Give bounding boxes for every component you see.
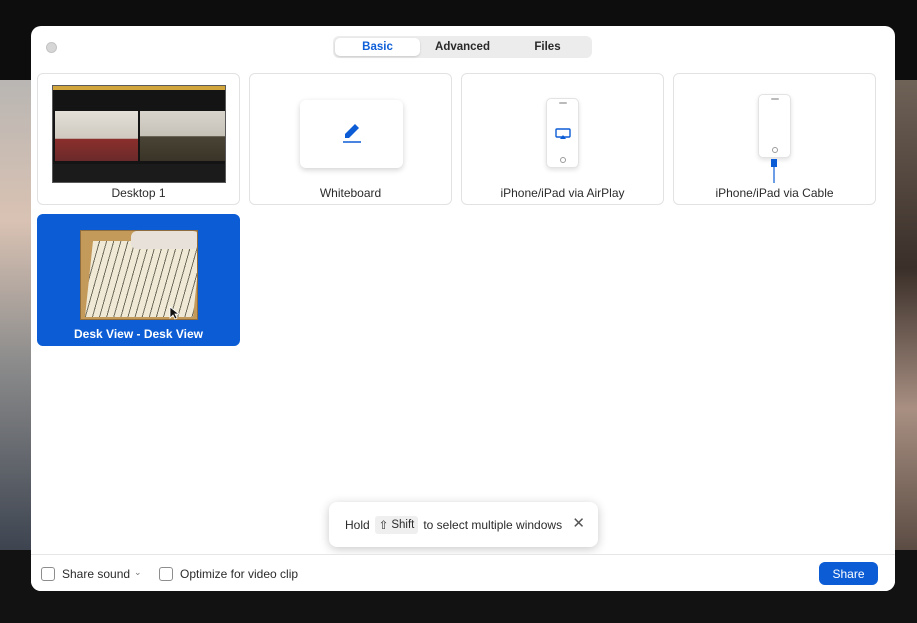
share-button[interactable]: Share: [819, 562, 878, 585]
tile-iphone-cable[interactable]: iPhone/iPad via Cable: [673, 73, 876, 205]
close-icon[interactable]: ✕: [572, 516, 585, 531]
background-video-left: [0, 80, 32, 550]
airplay-icon: [555, 127, 571, 145]
chevron-down-icon[interactable]: ⌄: [134, 567, 142, 578]
shift-icon: ⇧: [378, 519, 389, 532]
window-close-button[interactable]: [46, 42, 57, 53]
tile-desktop-1[interactable]: Desktop 1: [37, 73, 240, 205]
optimize-video-checkbox[interactable]: [159, 567, 173, 581]
shift-key-badge: ⇧ Shift: [374, 515, 419, 534]
share-sound-label[interactable]: Share sound: [62, 567, 130, 581]
cable-icon: [769, 159, 779, 188]
tile-label: Whiteboard: [319, 186, 382, 200]
tile-desk-view[interactable]: Desk View - Desk View: [37, 214, 240, 346]
tile-iphone-airplay[interactable]: iPhone/iPad via AirPlay: [461, 73, 664, 205]
multi-select-hint-toast: Hold ⇧ Shift to select multiple windows …: [329, 502, 598, 547]
tab-advanced[interactable]: Advanced: [420, 38, 505, 56]
tile-label: Desk View - Desk View: [74, 327, 203, 341]
tile-label: Desktop 1: [111, 186, 166, 200]
optimize-video-label[interactable]: Optimize for video clip: [180, 567, 298, 581]
tile-whiteboard[interactable]: Whiteboard: [249, 73, 452, 205]
tab-files[interactable]: Files: [505, 38, 590, 56]
tab-bar: Basic Advanced Files: [333, 36, 592, 58]
desk-view-thumbnail: [80, 230, 198, 320]
background-video-right: [893, 80, 917, 550]
share-sound-checkbox[interactable]: [41, 567, 55, 581]
share-screen-dialog: Basic Advanced Files Desktop 1 Whiteboar…: [31, 26, 895, 591]
tile-label: iPhone/iPad via AirPlay: [500, 186, 625, 200]
phone-thumbnail: [546, 98, 579, 168]
dialog-footer: Share sound ⌄ Optimize for video clip Sh…: [31, 554, 895, 591]
desktop-thumbnail: [52, 85, 226, 183]
toast-suffix: to select multiple windows: [423, 517, 563, 532]
shift-key-label: Shift: [391, 518, 415, 531]
pencil-icon: [339, 119, 365, 150]
tab-basic[interactable]: Basic: [335, 38, 420, 56]
whiteboard-thumbnail: [300, 100, 403, 168]
tile-label: iPhone/iPad via Cable: [715, 186, 834, 200]
mouse-cursor-icon: [169, 306, 181, 325]
toast-prefix: Hold: [345, 517, 370, 532]
phone-thumbnail: [758, 94, 791, 158]
